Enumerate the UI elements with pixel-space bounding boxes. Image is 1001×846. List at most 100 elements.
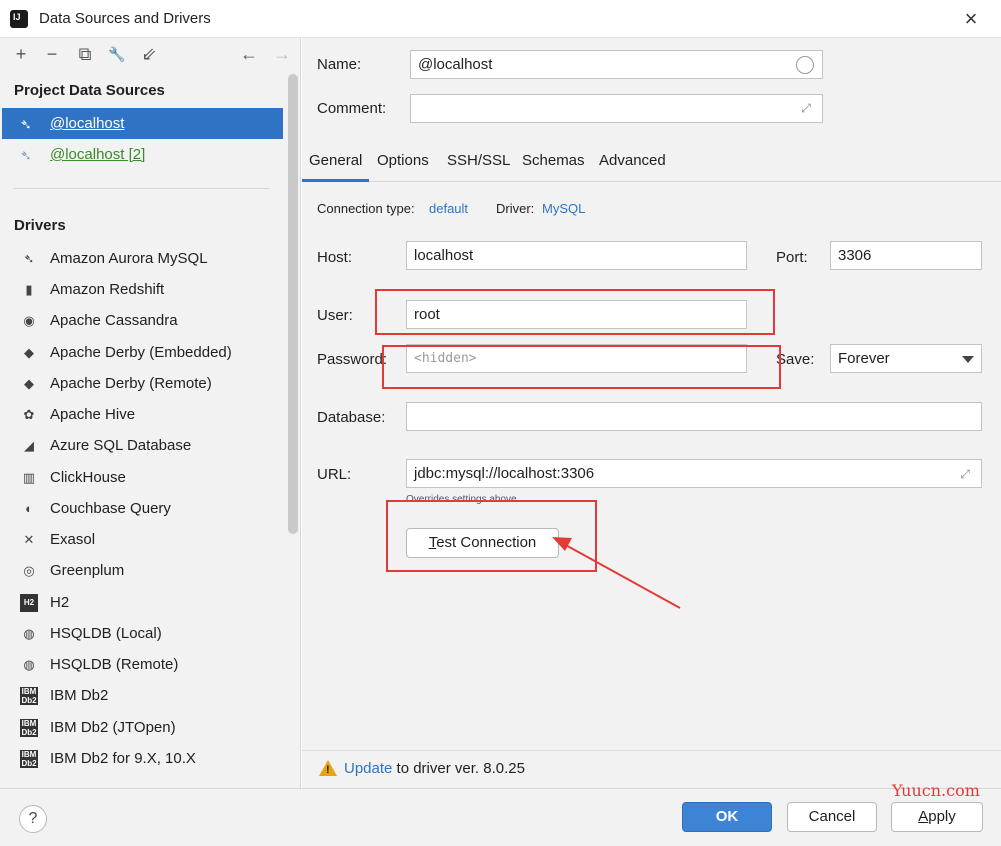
- driver-item[interactable]: ◍ HSQLDB (Local): [0, 618, 290, 649]
- driver-item[interactable]: ◆ Apache Derby (Remote): [0, 368, 290, 399]
- driver-label: IBM Db2 (JTOpen): [50, 719, 176, 736]
- driver-label: HSQLDB (Remote): [50, 656, 179, 673]
- title-bar: IJ Data Sources and Drivers ×: [0, 0, 1001, 38]
- couchbase-icon: ◐: [25, 501, 33, 516]
- wrench-icon[interactable]: 🔧: [105, 42, 129, 66]
- data-source-item-localhost-2[interactable]: ➴ @localhost [2]: [2, 139, 283, 170]
- data-source-label: @localhost: [50, 115, 125, 132]
- name-label: Name:: [317, 56, 362, 73]
- driver-item[interactable]: ➴ Amazon Aurora MySQL: [0, 243, 290, 274]
- driver-item[interactable]: IBM Db2 IBM Db2: [0, 680, 290, 711]
- driver-item[interactable]: H2 H2: [0, 587, 290, 618]
- update-message: Update to driver ver. 8.0.25: [344, 760, 525, 777]
- main-panel: Name: @localhost Comment: ⤢ General Opti…: [301, 38, 1001, 788]
- duplicate-icon[interactable]: ⧉: [73, 42, 97, 66]
- driver-item[interactable]: ◍ HSQLDB (Remote): [0, 649, 290, 680]
- driver-item[interactable]: IBM Db2 IBM Db2 (JTOpen): [0, 712, 290, 743]
- back-arrow-icon[interactable]: ←: [237, 42, 261, 66]
- driver-label: Amazon Aurora MySQL: [50, 250, 208, 267]
- driver-label: Driver:: [496, 201, 535, 216]
- driver-item[interactable]: ✿ Apache Hive: [0, 399, 290, 430]
- driver-item[interactable]: ▮ Amazon Redshift: [0, 274, 290, 305]
- data-source-label: @localhost [2]: [50, 146, 146, 163]
- driver-label: Couchbase Query: [50, 500, 171, 517]
- database-label: Database:: [317, 409, 386, 426]
- expand-icon[interactable]: ⤢: [798, 100, 814, 116]
- name-field[interactable]: @localhost: [410, 50, 823, 79]
- help-icon[interactable]: ?: [19, 805, 47, 833]
- ibm-icon: IBM Db2: [20, 687, 38, 705]
- sidebar-scrollbar[interactable]: [288, 74, 298, 534]
- host-field[interactable]: localhost: [406, 241, 747, 270]
- ok-button[interactable]: OK: [682, 802, 772, 832]
- driver-item[interactable]: IBM Db2 IBM Db2 for 9.X, 10.X: [0, 743, 290, 774]
- driver-label: H2: [50, 594, 70, 611]
- update-text: to driver ver. 8.0.25: [392, 760, 525, 777]
- database-field[interactable]: [406, 402, 982, 431]
- comment-label: Comment:: [317, 100, 387, 117]
- driver-item[interactable]: ◉ Apache Cassandra: [0, 305, 290, 336]
- add-icon[interactable]: +: [9, 42, 33, 66]
- driver-label: HSQLDB (Local): [50, 625, 162, 642]
- hsqldb-icon: ◍: [23, 626, 35, 641]
- connection-type-label: Connection type:: [317, 201, 415, 216]
- update-link[interactable]: Update: [344, 760, 392, 777]
- connection-type-link[interactable]: default: [429, 201, 468, 216]
- sidebar: + − ⧉ 🔧 ⇙ ← → Project Data Sources ➴ @lo…: [0, 38, 301, 788]
- driver-label: Apache Cassandra: [50, 312, 178, 329]
- apply-button[interactable]: Apply: [891, 802, 983, 832]
- ibm-icon: IBM Db2: [20, 750, 38, 768]
- driver-item[interactable]: ◎ Greenplum: [0, 555, 290, 586]
- tab-advanced[interactable]: Advanced: [599, 152, 666, 169]
- driver-item[interactable]: ◐ Couchbase Query: [0, 493, 290, 524]
- driver-label: IBM Db2 for 9.X, 10.X: [50, 750, 196, 767]
- driver-item[interactable]: ✕ Exasol: [0, 524, 290, 555]
- driver-label: Azure SQL Database: [50, 437, 192, 454]
- dolphin-icon: ➴: [23, 251, 35, 266]
- greenplum-icon: ◎: [23, 563, 35, 578]
- driver-item[interactable]: ▥ ClickHouse: [0, 462, 290, 493]
- eye-icon: ◉: [23, 313, 35, 328]
- driver-item[interactable]: ◆ Apache Derby (Embedded): [0, 337, 290, 368]
- remove-icon[interactable]: −: [40, 42, 64, 66]
- hat-icon: ◆: [24, 376, 34, 391]
- chevron-down-icon: [962, 356, 974, 363]
- url-field[interactable]: jdbc:mysql://localhost:3306: [406, 459, 982, 488]
- sidebar-toolbar: + − ⧉ 🔧 ⇙ ← →: [0, 38, 300, 72]
- data-source-item-localhost[interactable]: ➴ @localhost: [2, 108, 283, 139]
- cancel-button[interactable]: Cancel: [787, 802, 877, 832]
- tab-general[interactable]: General: [301, 152, 370, 182]
- driver-label: Greenplum: [50, 562, 125, 579]
- window-title: Data Sources and Drivers: [39, 10, 211, 27]
- hat-icon: ◆: [24, 345, 34, 360]
- sidebar-divider: [14, 188, 270, 189]
- driver-label: Exasol: [50, 531, 96, 548]
- driver-item[interactable]: ◢ Azure SQL Database: [0, 430, 290, 461]
- color-circle-icon[interactable]: [796, 56, 814, 74]
- hsqldb-icon: ◍: [23, 657, 35, 672]
- tab-options[interactable]: Options: [377, 152, 429, 169]
- h2-icon: H2: [20, 594, 38, 612]
- port-field[interactable]: 3306: [830, 241, 982, 270]
- tab-bar: General Options SSH/SSL Schemas Advanced: [301, 144, 1001, 182]
- forward-arrow-icon[interactable]: →: [270, 42, 294, 66]
- tab-ssh-ssl[interactable]: SSH/SSL: [447, 152, 510, 169]
- bars-icon: ▥: [22, 470, 36, 485]
- dolphin-icon: ➴: [20, 116, 32, 132]
- close-icon[interactable]: ×: [958, 6, 984, 32]
- expand-icon[interactable]: ⤢: [957, 466, 973, 482]
- x-icon: ✕: [23, 532, 35, 547]
- tab-schemas[interactable]: Schemas: [522, 152, 585, 169]
- ibm-icon: IBM Db2: [20, 719, 38, 737]
- comment-field[interactable]: [410, 94, 823, 123]
- import-icon[interactable]: ⇙: [137, 42, 161, 66]
- azure-icon: ◢: [24, 438, 34, 453]
- apply-label: pply: [928, 808, 956, 825]
- mnemonic-a: A: [918, 808, 929, 825]
- save-select[interactable]: Forever: [830, 344, 982, 373]
- dialog-footer: ? OK Cancel Apply: [0, 788, 1001, 846]
- save-select-value: Forever: [838, 350, 890, 367]
- driver-link[interactable]: MySQL: [542, 201, 585, 216]
- annotation-box-user: [375, 289, 775, 335]
- driver-label: Apache Hive: [50, 406, 136, 423]
